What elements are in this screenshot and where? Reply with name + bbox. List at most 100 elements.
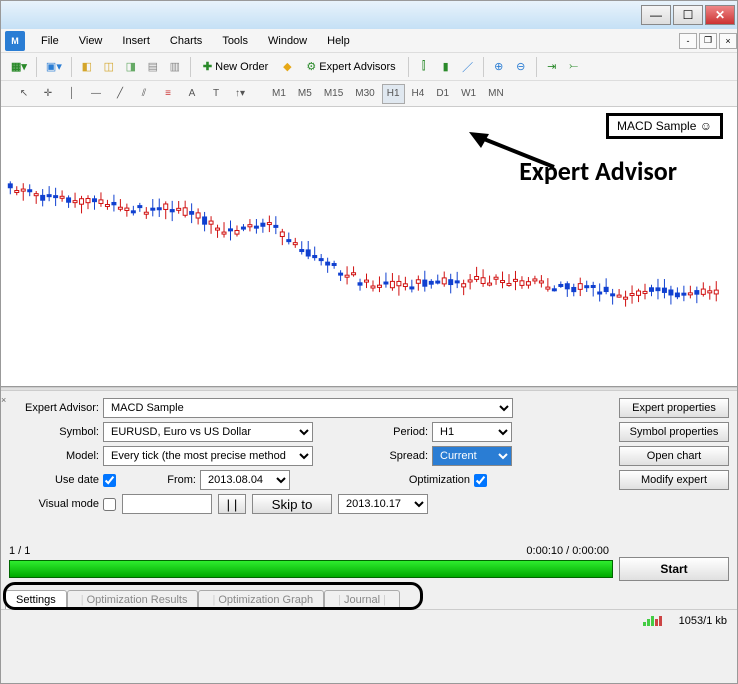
select-model[interactable]: Every tick (the most precise method: [103, 446, 313, 466]
app-icon: M: [5, 31, 25, 51]
mdi-close-button[interactable]: ×: [719, 33, 737, 49]
fibo-icon[interactable]: ≡: [157, 84, 179, 104]
label-from: From:: [116, 474, 196, 486]
arrows-icon[interactable]: ↑▾: [229, 84, 251, 104]
modify-expert-button[interactable]: Modify expert: [619, 470, 729, 490]
text-icon[interactable]: A: [181, 84, 203, 104]
menu-help[interactable]: Help: [317, 31, 360, 51]
cursor-icon[interactable]: ↖: [13, 84, 35, 104]
trendline-icon[interactable]: ╱: [109, 84, 131, 104]
tab-optimization-graph[interactable]: |Optimization Graph: [198, 590, 324, 609]
new-order-label: New Order: [215, 61, 268, 73]
mdi-restore-button[interactable]: ❐: [699, 33, 717, 49]
symbol-properties-button[interactable]: Symbol properties: [619, 422, 729, 442]
label-visual-mode: Visual mode: [9, 498, 99, 510]
terminal-icon[interactable]: ▤: [143, 57, 163, 77]
profiles-icon[interactable]: ▣▾: [42, 57, 66, 77]
horizontal-line-icon[interactable]: —: [85, 84, 107, 104]
tf-m15[interactable]: M15: [319, 84, 348, 104]
chart-type-line-icon[interactable]: ／: [458, 57, 478, 77]
tester-icon[interactable]: ▥: [165, 57, 185, 77]
label-period: Period:: [313, 426, 428, 438]
zoom-out-icon[interactable]: ⊖: [511, 57, 531, 77]
menu-view[interactable]: View: [69, 31, 113, 51]
data-window-icon[interactable]: ◨: [121, 57, 141, 77]
ea-icon: ⚙: [306, 60, 316, 73]
app-window: — ☐ ✕ M File View Insert Charts Tools Wi…: [0, 0, 738, 684]
checkbox-visual-mode[interactable]: [103, 498, 116, 511]
select-symbol[interactable]: EURUSD, Euro vs US Dollar: [103, 422, 313, 442]
tab-optimization-results-label: Optimization Results: [87, 594, 188, 606]
expert-advisors-button[interactable]: ⚙ Expert Advisors: [299, 57, 402, 77]
select-period[interactable]: H1: [432, 422, 512, 442]
ea-annotation-label: Expert Advisor: [519, 155, 677, 187]
expert-properties-button[interactable]: Expert properties: [619, 398, 729, 418]
menu-insert[interactable]: Insert: [112, 31, 160, 51]
progress-right: 0:00:10 / 0:00:00: [526, 545, 609, 557]
checkbox-use-date[interactable]: [103, 474, 116, 487]
progress-left: 1 / 1: [9, 545, 30, 557]
select-to-date[interactable]: 2013.10.17: [338, 494, 428, 514]
chart-type-bar-icon[interactable]: ⫿: [414, 57, 434, 77]
label-expert-advisor: Expert Advisor:: [9, 402, 99, 414]
crosshair-icon[interactable]: ✛: [37, 84, 59, 104]
navigator-icon[interactable]: ◫: [99, 57, 119, 77]
progress-bar: [9, 560, 613, 578]
label-model: Model:: [9, 450, 99, 462]
chart-type-candle-icon[interactable]: ▮: [436, 57, 456, 77]
status-kb: 1053/1 kb: [679, 615, 727, 627]
menu-file[interactable]: File: [31, 31, 69, 51]
label-optimization: Optimization: [290, 474, 470, 486]
new-order-button[interactable]: ✚ New Order: [196, 57, 275, 77]
panel-close-icon[interactable]: ×: [1, 395, 11, 405]
open-chart-button[interactable]: Open chart: [619, 446, 729, 466]
tf-m1[interactable]: M1: [267, 84, 291, 104]
tf-mn[interactable]: MN: [483, 84, 509, 104]
mdi-minimize-button[interactable]: -: [679, 33, 697, 49]
tf-m5[interactable]: M5: [293, 84, 317, 104]
equidistant-icon[interactable]: ⫽: [133, 84, 155, 104]
select-expert-advisor[interactable]: MACD Sample: [103, 398, 513, 418]
skip-to-button[interactable]: Skip to: [252, 494, 332, 514]
start-button[interactable]: Start: [619, 557, 729, 581]
chart-shift-icon[interactable]: ⤚: [564, 57, 584, 77]
titlebar: — ☐ ✕: [1, 1, 737, 29]
vertical-line-icon[interactable]: │: [61, 84, 83, 104]
menu-charts[interactable]: Charts: [160, 31, 212, 51]
select-from-date[interactable]: 2013.08.04: [200, 470, 290, 490]
tab-optimization-results[interactable]: |Optimization Results: [67, 590, 199, 609]
auto-scroll-icon[interactable]: ⇥: [542, 57, 562, 77]
input-visual-slider[interactable]: [122, 494, 212, 514]
expert-advisors-label: Expert Advisors: [319, 61, 395, 73]
minimize-button[interactable]: —: [641, 5, 671, 25]
tf-h1[interactable]: H1: [382, 84, 405, 104]
select-spread[interactable]: Current: [432, 446, 512, 466]
close-button[interactable]: ✕: [705, 5, 735, 25]
market-watch-icon[interactable]: ◧: [77, 57, 97, 77]
label-use-date: Use date: [9, 474, 99, 486]
menu-tools[interactable]: Tools: [212, 31, 258, 51]
zoom-in-icon[interactable]: ⊕: [489, 57, 509, 77]
ea-badge: MACD Sample ☺: [606, 113, 723, 139]
new-chart-icon[interactable]: ▦▾: [7, 57, 31, 77]
tab-optimization-graph-label: Optimization Graph: [218, 594, 313, 606]
maximize-button[interactable]: ☐: [673, 5, 703, 25]
tf-d1[interactable]: D1: [431, 84, 454, 104]
strategy-tester-panel: × Expert Advisor: MACD Sample Expert pro…: [1, 391, 737, 585]
menu-window[interactable]: Window: [258, 31, 317, 51]
tf-h4[interactable]: H4: [407, 84, 430, 104]
secondary-toolbar: ↖ ✛ │ — ╱ ⫽ ≡ A T ↑▾ M1 M5 M15 M30 H1 H4…: [1, 81, 737, 107]
metaeditor-icon[interactable]: ◆: [277, 57, 297, 77]
tf-w1[interactable]: W1: [456, 84, 481, 104]
connection-icon: [643, 616, 673, 626]
candlestick-chart: [1, 107, 737, 386]
tab-journal-label: Journal: [344, 594, 380, 606]
tab-settings[interactable]: Settings: [5, 590, 67, 609]
plus-icon: ✚: [203, 60, 212, 73]
pause-button[interactable]: | |: [218, 494, 246, 514]
tf-m30[interactable]: M30: [350, 84, 379, 104]
tab-journal[interactable]: |Journal|: [324, 590, 400, 609]
checkbox-optimization[interactable]: [474, 474, 487, 487]
chart-area[interactable]: MACD Sample ☺ Expert Advisor: [1, 107, 737, 387]
text-label-icon[interactable]: T: [205, 84, 227, 104]
